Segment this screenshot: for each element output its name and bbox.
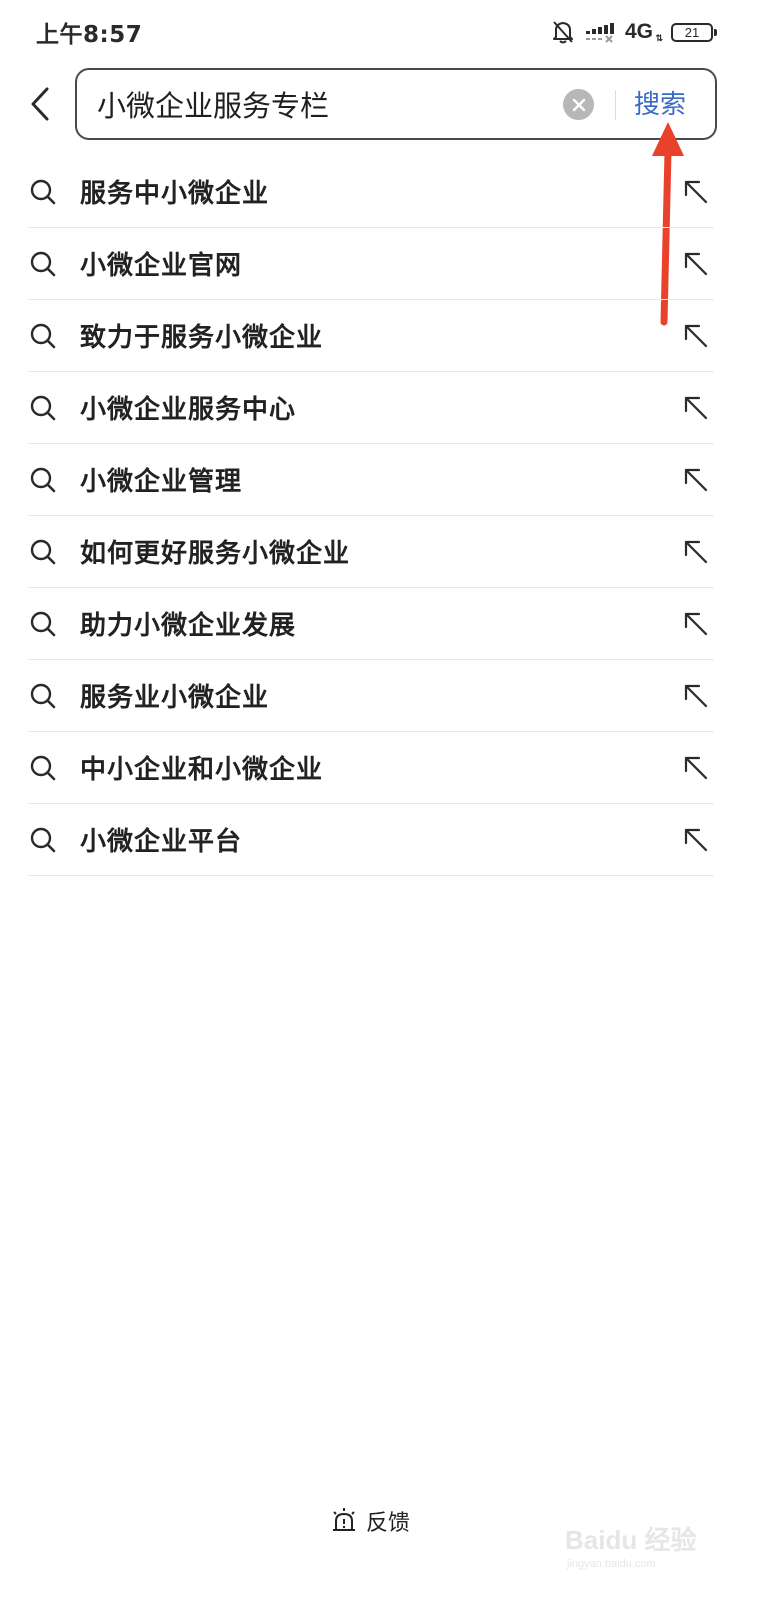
battery-icon: 21 bbox=[671, 22, 717, 42]
mute-bell-icon bbox=[551, 19, 575, 45]
fill-query-arrow-icon[interactable] bbox=[682, 394, 710, 422]
search-box: 搜索 bbox=[75, 68, 717, 140]
search-icon bbox=[28, 249, 58, 279]
network-type: 4G ⇅ bbox=[624, 20, 663, 44]
suggestion-text: 致力于服务小微企业 bbox=[80, 323, 324, 353]
search-icon bbox=[28, 753, 58, 783]
suggestion-text: 助力小微企业发展 bbox=[80, 611, 297, 641]
fill-query-arrow-icon[interactable] bbox=[682, 178, 710, 206]
signal-icon bbox=[585, 21, 615, 43]
suggestion-text: 小微企业管理 bbox=[80, 467, 243, 497]
status-icons: 4G ⇅ 21 bbox=[551, 17, 717, 47]
battery-level: 21 bbox=[684, 24, 700, 40]
fill-query-arrow-icon[interactable] bbox=[682, 682, 710, 710]
feedback-button[interactable]: 反馈 bbox=[330, 1503, 410, 1539]
fill-query-arrow-icon[interactable] bbox=[682, 322, 710, 350]
search-icon bbox=[28, 393, 58, 423]
search-input[interactable] bbox=[97, 80, 557, 128]
feedback-label: 反馈 bbox=[366, 1511, 411, 1536]
suggestion-item[interactable]: 小微企业管理 bbox=[28, 444, 714, 516]
watermark-sub: jingyan.baidu.com bbox=[567, 1558, 656, 1570]
suggestion-text: 小微企业平台 bbox=[80, 827, 243, 857]
fill-query-arrow-icon[interactable] bbox=[682, 466, 710, 494]
clear-button[interactable] bbox=[563, 89, 594, 120]
search-icon bbox=[28, 609, 58, 639]
fill-query-arrow-icon[interactable] bbox=[682, 754, 710, 782]
suggestion-item[interactable]: 小微企业平台 bbox=[28, 804, 714, 876]
status-bar: 上午8:57 4G ⇅ 21 bbox=[0, 0, 757, 62]
suggestion-list: 服务中小微企业 小微企业官网致力于服务小微企业 小微企业服务中心 小微企业管理如何更好… bbox=[28, 156, 714, 876]
search-icon bbox=[28, 177, 58, 207]
search-icon bbox=[28, 825, 58, 855]
suggestion-item[interactable]: 服务业小微企业 bbox=[28, 660, 714, 732]
suggestion-item[interactable]: 服务中小微企业 bbox=[28, 156, 714, 228]
fill-query-arrow-icon[interactable] bbox=[682, 250, 710, 278]
search-icon bbox=[28, 321, 58, 351]
suggestion-text: 小微企业服务中心 bbox=[80, 395, 297, 425]
suggestion-text: 中小企业和小微企业 bbox=[80, 755, 324, 785]
suggestion-text: 服务业小微企业 bbox=[80, 683, 270, 713]
search-page: 上午8:57 4G ⇅ 21 小微企业服务专栏 搜索 服务中小微企业 小微企业官… bbox=[0, 0, 757, 1600]
search-icon bbox=[28, 681, 58, 711]
baidu-watermark: Baidu 经验 jingyan.baidu.com bbox=[565, 1512, 725, 1582]
suggestion-item[interactable]: 小微企业服务中心 bbox=[28, 372, 714, 444]
search-icon bbox=[28, 537, 58, 567]
fill-query-arrow-icon[interactable] bbox=[682, 538, 710, 566]
suggestion-item[interactable]: 中小企业和小微企业 bbox=[28, 732, 714, 804]
network-type-label: 4G bbox=[624, 20, 653, 43]
fill-query-arrow-icon[interactable] bbox=[682, 610, 710, 638]
status-time: 上午8:57 bbox=[36, 22, 143, 48]
suggestion-item[interactable]: 致力于服务小微企业 bbox=[28, 300, 714, 372]
suggestion-text: 服务中小微企业 bbox=[80, 179, 270, 209]
suggestion-item[interactable]: 助力小微企业发展 bbox=[28, 588, 714, 660]
suggestion-item[interactable]: 如何更好服务小微企业 bbox=[28, 516, 714, 588]
search-box-divider bbox=[615, 90, 616, 120]
clear-circle-icon bbox=[572, 98, 585, 111]
fill-query-arrow-icon[interactable] bbox=[682, 826, 710, 854]
watermark-main: Baidu 经验 bbox=[565, 1525, 697, 1555]
feedback-alarm-icon bbox=[333, 1508, 355, 1531]
back-button[interactable] bbox=[20, 78, 60, 130]
suggestion-text: 小微企业官网 bbox=[80, 251, 243, 281]
search-icon bbox=[28, 465, 58, 495]
chevron-left-icon bbox=[31, 87, 49, 121]
suggestion-text: 如何更好服务小微企业 bbox=[80, 539, 351, 569]
search-button[interactable]: 搜索 bbox=[634, 84, 686, 126]
network-arrows-icon: ⇅ bbox=[655, 33, 663, 43]
suggestion-item[interactable]: 小微企业官网 bbox=[28, 228, 714, 300]
